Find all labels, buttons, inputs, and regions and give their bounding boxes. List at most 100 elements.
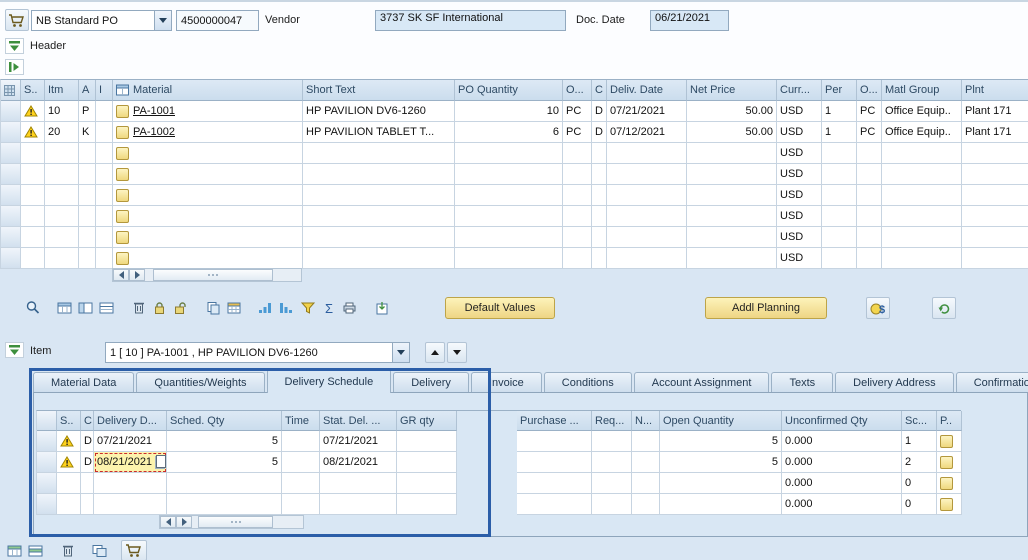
unconfirmed-qty-cell[interactable]: 0.000 [782,494,902,515]
c-cell[interactable] [592,164,607,185]
time-cell[interactable] [282,494,320,515]
col-i[interactable]: I [96,80,113,101]
open-qty-cell[interactable] [660,494,782,515]
col-itm[interactable]: Itm [45,80,79,101]
delivery-date-cell[interactable]: 07/21/2021 [94,431,167,452]
per-cell[interactable] [822,227,857,248]
c-cell[interactable]: D [592,101,607,122]
deliv-date-cell[interactable]: 07/21/2021 [607,101,687,122]
unconfirmed-qty-cell[interactable]: 0.000 [782,452,902,473]
plnt-cell[interactable] [962,164,1028,185]
delivery-date-cell[interactable] [94,494,167,515]
n-cell[interactable] [632,452,660,473]
schedule-table-hscrollbar[interactable] [159,515,304,529]
c-cell[interactable] [592,143,607,164]
open-qty-cell[interactable]: 5 [660,452,782,473]
col-sc[interactable]: Sc... [902,411,937,431]
po-qty-cell[interactable] [455,227,563,248]
col-net-price[interactable]: Net Price [687,80,777,101]
col-material[interactable]: Material [113,80,303,101]
time-cell[interactable] [282,431,320,452]
c-cell[interactable] [81,494,94,515]
i-cell[interactable] [96,227,113,248]
unconfirmed-qty-cell[interactable]: 0.000 [782,431,902,452]
plnt-cell[interactable] [962,248,1028,269]
matl-group-cell[interactable] [882,227,962,248]
deliv-date-cell[interactable] [607,227,687,248]
short-text-cell[interactable] [303,248,455,269]
drag-copy-icon[interactable] [156,455,166,468]
col-po-quantity[interactable]: PO Quantity [455,80,563,101]
opu-cell[interactable]: PC [857,122,882,143]
row-selector[interactable] [37,473,57,494]
col-oun[interactable]: O... [563,80,592,101]
deliv-date-cell[interactable] [607,143,687,164]
sort-desc-icon[interactable] [276,297,297,318]
matl-group-cell[interactable] [882,164,962,185]
material-cell[interactable] [113,248,303,269]
sc-cell[interactable]: 0 [902,473,937,494]
short-text-cell[interactable] [303,206,455,227]
tab-texts[interactable]: Texts [771,372,833,393]
itm-cell[interactable]: 10 [45,101,79,122]
i-cell[interactable] [96,101,113,122]
net-price-cell[interactable]: 50.00 [687,101,777,122]
cart-icon[interactable] [121,540,147,560]
curr-cell[interactable]: USD [777,101,822,122]
col-gr-qty[interactable]: GR qty [397,411,457,431]
row-selector[interactable] [1,206,21,227]
opu-cell[interactable] [857,164,882,185]
chevron-down-icon[interactable] [154,11,171,30]
row-selector[interactable] [1,122,21,143]
col-time[interactable]: Time [282,411,320,431]
col-delivery-date[interactable]: Delivery D... [94,411,167,431]
filter-icon[interactable] [297,297,318,318]
c-cell[interactable] [592,206,607,227]
status-cell[interactable] [57,431,81,452]
refresh-icon[interactable] [932,297,956,319]
itm-cell[interactable]: 20 [45,122,79,143]
purchase-cell[interactable] [517,494,592,515]
c-cell[interactable] [592,185,607,206]
row-selector[interactable] [1,227,21,248]
oun-cell[interactable]: PC [563,122,592,143]
stat-del-cell[interactable] [320,494,397,515]
row-selector[interactable] [1,143,21,164]
cart-icon[interactable] [5,9,29,31]
acct-cell[interactable]: K [79,122,96,143]
material-cell[interactable] [113,143,303,164]
delivery-date-cell-focused[interactable]: 08/21/2021 [94,452,167,473]
unconfirmed-qty-cell[interactable]: 0.000 [782,473,902,494]
oun-cell[interactable] [563,227,592,248]
oun-cell[interactable] [563,185,592,206]
scroll-thumb[interactable] [198,516,273,528]
net-price-cell[interactable] [687,248,777,269]
po-qty-cell[interactable] [455,164,563,185]
select-all-cell[interactable] [1,80,21,101]
acct-cell[interactable] [79,143,96,164]
plnt-cell[interactable] [962,185,1028,206]
tab-invoice[interactable]: Invoice [471,372,542,393]
import-icon[interactable] [371,297,392,318]
sched-qty-cell[interactable] [167,473,282,494]
acct-cell[interactable] [79,185,96,206]
n-cell[interactable] [632,431,660,452]
scroll-left-icon[interactable] [160,516,176,528]
material-cell[interactable]: PA-1002 [113,122,303,143]
tab-delivery-address[interactable]: Delivery Address [835,372,954,393]
col-short-text[interactable]: Short Text [303,80,455,101]
column-layout-icon[interactable] [75,297,96,318]
per-cell[interactable] [822,164,857,185]
per-cell[interactable] [822,248,857,269]
vendor-field[interactable]: 3737 SK SF International [375,10,566,31]
curr-cell[interactable]: USD [777,206,822,227]
deliv-date-cell[interactable] [607,206,687,227]
itm-cell[interactable] [45,248,79,269]
col-a[interactable]: A [79,80,96,101]
deliv-date-cell[interactable] [607,185,687,206]
duplicate-table-icon[interactable] [89,540,110,560]
po-qty-cell[interactable] [455,185,563,206]
status-cell[interactable] [57,452,81,473]
req-cell[interactable] [592,431,632,452]
material-cell[interactable] [113,185,303,206]
